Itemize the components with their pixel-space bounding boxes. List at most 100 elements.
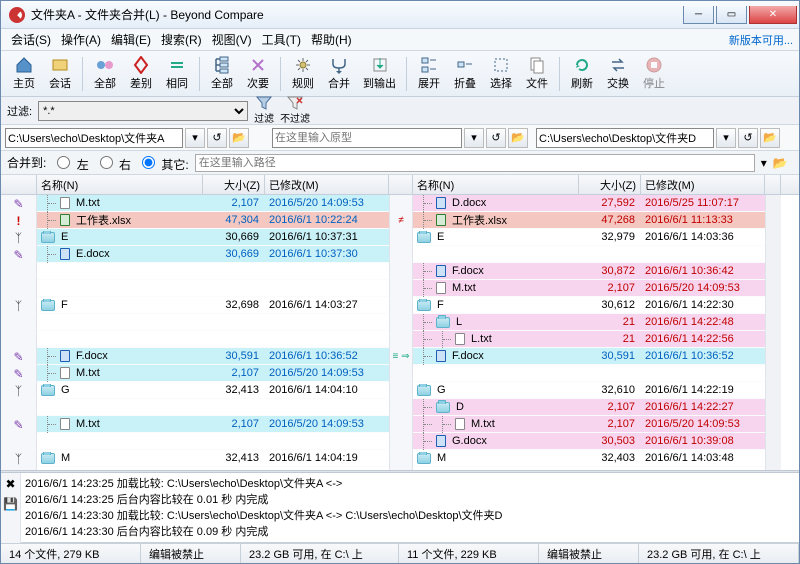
menu-tools[interactable]: 工具(T) — [258, 29, 305, 50]
merge-path-dropdown[interactable]: ▾ — [761, 156, 767, 170]
session-button[interactable]: 会话 — [43, 54, 77, 94]
collapse-button[interactable]: 折叠 — [448, 54, 482, 94]
edit-marker-icon: ✎ — [13, 368, 25, 380]
right-history-button[interactable]: ↺ — [738, 128, 758, 148]
left-path-dropdown[interactable]: ▾ — [185, 128, 205, 148]
table-row[interactable] — [413, 365, 765, 382]
middle-history-button[interactable]: ↺ — [486, 128, 506, 148]
refresh-button[interactable]: 刷新 — [565, 54, 599, 94]
table-row[interactable]: E32,9792016/6/1 14:03:36 — [413, 229, 765, 246]
show-all-button[interactable]: 全部 — [88, 54, 122, 94]
maximize-button[interactable]: ▭ — [716, 6, 747, 24]
merge-button[interactable]: 合并 — [322, 54, 356, 94]
filter-combo[interactable]: *.* — [38, 101, 248, 121]
close-button[interactable]: ✕ — [749, 6, 797, 24]
clear-log-icon[interactable]: ✖ — [5, 477, 15, 491]
middle-path-input[interactable] — [272, 128, 462, 148]
table-row[interactable]: G32,6102016/6/1 14:22:19 — [413, 382, 765, 399]
table-row[interactable]: F.docx30,5912016/6/1 10:36:52 — [413, 348, 765, 365]
table-row[interactable]: E.docx30,6692016/6/1 10:37:30 — [37, 246, 389, 263]
right-mod-header[interactable]: 已修改(M) — [641, 175, 765, 194]
right-path-dropdown[interactable]: ▾ — [716, 128, 736, 148]
structure-all-button[interactable]: 全部 — [205, 54, 239, 94]
table-row[interactable]: M.txt2,1072016/5/20 14:09:53 — [37, 416, 389, 433]
table-row[interactable]: M32,4132016/6/1 14:04:19 — [37, 450, 389, 467]
minimize-button[interactable]: ─ — [683, 6, 714, 24]
table-row[interactable]: L.txt212016/6/1 14:22:56 — [413, 331, 765, 348]
filter-clear-button[interactable]: 不过滤 — [280, 96, 310, 125]
table-row[interactable] — [37, 280, 389, 297]
right-name-header[interactable]: 名称(N) — [413, 175, 579, 194]
table-row[interactable]: 工作表.xlsx47,2682016/6/1 11:13:33 — [413, 212, 765, 229]
left-history-button[interactable]: ↺ — [207, 128, 227, 148]
table-row[interactable]: G32,4132016/6/1 14:04:10 — [37, 382, 389, 399]
menu-search[interactable]: 搜索(R) — [157, 29, 206, 50]
left-pane[interactable]: M.txt2,1072016/5/20 14:09:53工作表.xlsx47,3… — [37, 195, 389, 470]
table-row[interactable] — [37, 263, 389, 280]
minor-button[interactable]: 次要 — [241, 54, 275, 94]
table-row[interactable]: M.txt2,1072016/5/20 14:09:53 — [413, 280, 765, 297]
menu-action[interactable]: 操作(A) — [57, 29, 105, 50]
home-button[interactable]: 主页 — [7, 54, 41, 94]
diff-icon — [132, 56, 150, 74]
merge-path-input[interactable] — [195, 154, 755, 172]
table-row[interactable]: M.txt2,1072016/5/20 14:09:53 — [413, 416, 765, 433]
left-name-header[interactable]: 名称(N) — [37, 175, 203, 194]
stop-button[interactable]: 停止 — [637, 54, 671, 94]
save-log-icon[interactable]: 💾 — [3, 497, 18, 511]
right-pane[interactable]: D.docx27,5922016/5/25 11:07:17工作表.xlsx47… — [413, 195, 765, 470]
show-diff-button[interactable]: 差别 — [124, 54, 158, 94]
table-row[interactable]: F.docx30,8722016/6/1 10:36:42 — [413, 263, 765, 280]
right-browse-button[interactable]: 📂 — [760, 128, 780, 148]
merge-icon — [330, 56, 348, 74]
table-row[interactable]: E30,6692016/6/1 10:37:31 — [37, 229, 389, 246]
menu-session[interactable]: 会话(S) — [7, 29, 55, 50]
status-right-count: 11 个文件, 229 KB — [399, 544, 539, 563]
left-path-input[interactable] — [5, 128, 183, 148]
table-row[interactable] — [37, 433, 389, 450]
menu-help[interactable]: 帮助(H) — [307, 29, 356, 50]
table-row[interactable]: M.txt2,1072016/5/20 14:09:53 — [37, 195, 389, 212]
left-browse-button[interactable]: 📂 — [229, 128, 249, 148]
menu-edit[interactable]: 编辑(E) — [107, 29, 155, 50]
window-title: 文件夹A - 文件夹合并(L) - Beyond Compare — [31, 6, 683, 23]
table-row[interactable]: 工作表.xlsx47,3042016/6/1 10:22:24 — [37, 212, 389, 229]
titlebar[interactable]: 文件夹A - 文件夹合并(L) - Beyond Compare ─ ▭ ✕ — [1, 1, 799, 29]
swap-button[interactable]: 交换 — [601, 54, 635, 94]
merge-other-radio[interactable]: 其它: — [137, 153, 189, 173]
files-button[interactable]: 文件 — [520, 54, 554, 94]
show-same-button[interactable]: 相同 — [160, 54, 194, 94]
merge-browse-button[interactable]: 📂 — [773, 156, 788, 170]
table-row[interactable] — [413, 246, 765, 263]
table-row[interactable] — [37, 314, 389, 331]
table-row[interactable]: M.txt2,1072016/5/20 14:09:53 — [37, 365, 389, 382]
expand-button[interactable]: 展开 — [412, 54, 446, 94]
update-link[interactable]: 新版本可用... — [729, 32, 793, 48]
filter-apply-button[interactable]: 过滤 — [254, 96, 274, 125]
table-row[interactable]: L212016/6/1 14:22:48 — [413, 314, 765, 331]
vertical-scrollbar[interactable] — [765, 195, 781, 470]
table-row[interactable]: F32,6982016/6/1 14:03:27 — [37, 297, 389, 314]
middle-browse-button[interactable]: 📂 — [508, 128, 528, 148]
table-row[interactable]: M32,4032016/6/1 14:03:48 — [413, 450, 765, 467]
table-row[interactable]: F.docx30,5912016/6/1 10:36:52 — [37, 348, 389, 365]
right-path-input[interactable] — [536, 128, 714, 148]
table-row[interactable] — [37, 399, 389, 416]
merge-left-radio[interactable]: 左 — [52, 153, 88, 173]
middle-path-dropdown[interactable]: ▾ — [464, 128, 484, 148]
select-button[interactable]: 选择 — [484, 54, 518, 94]
left-mod-header[interactable]: 已修改(M) — [265, 175, 389, 194]
table-row[interactable]: G.docx30,5032016/6/1 10:39:08 — [413, 433, 765, 450]
menu-view[interactable]: 视图(V) — [208, 29, 256, 50]
left-size-header[interactable]: 大小(Z) — [203, 175, 265, 194]
rules-button[interactable]: 规则 — [286, 54, 320, 94]
table-row[interactable]: D2,1072016/6/1 14:22:27 — [413, 399, 765, 416]
right-size-header[interactable]: 大小(Z) — [579, 175, 641, 194]
to-output-button[interactable]: 到输出 — [358, 54, 401, 94]
table-row[interactable] — [37, 331, 389, 348]
merge-right-radio[interactable]: 右 — [95, 153, 131, 173]
table-row[interactable]: D.docx27,5922016/5/25 11:07:17 — [413, 195, 765, 212]
table-row[interactable]: F30,6122016/6/1 14:22:30 — [413, 297, 765, 314]
log-text[interactable]: 2016/6/1 14:23:25 加载比较: C:\Users\echo\De… — [21, 473, 799, 543]
select-icon — [492, 56, 510, 74]
